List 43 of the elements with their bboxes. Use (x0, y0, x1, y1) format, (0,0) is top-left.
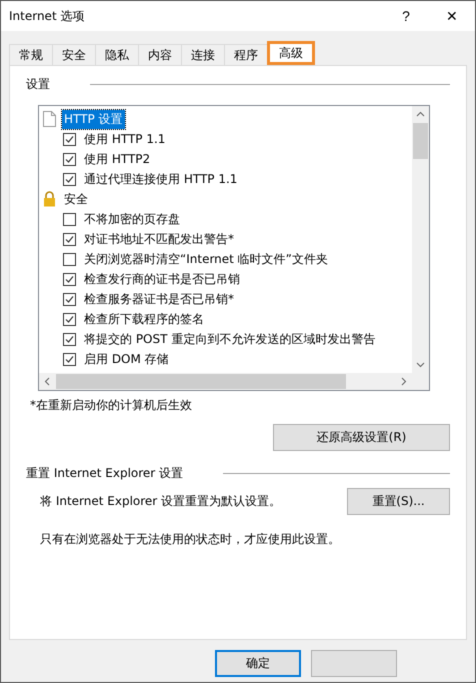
settings-group[interactable]: HTTP 设置 (62, 110, 125, 128)
setting-label: 对证书地址不匹配发出警告* (83, 230, 235, 248)
setting-label: 关闭浏览器时清空“Internet 临时文件”文件夹 (83, 250, 329, 268)
setting-label: 不将加密的页存盘 (83, 210, 181, 228)
setting-label: 使用 HTTP 1.1 (83, 130, 166, 148)
window-title: Internet 选项 (9, 8, 86, 24)
close-button[interactable]: ✕ (429, 1, 475, 31)
checkbox[interactable] (63, 292, 76, 306)
checkbox[interactable] (63, 152, 76, 166)
settings-group[interactable]: 安全 (62, 190, 90, 208)
reset-button[interactable]: 重置(S)... (347, 488, 450, 515)
checkbox[interactable] (63, 212, 76, 226)
setting-label: 检查所下载程序的签名 (83, 310, 205, 328)
group-heading: 设置 (26, 76, 50, 93)
tab[interactable]: 常规 (9, 44, 53, 65)
checkbox[interactable] (63, 352, 76, 366)
setting-label: 启用 DOM 存储 (83, 350, 170, 368)
lock-icon (43, 191, 56, 207)
group-heading: 重置 Internet Explorer 设置 (26, 465, 184, 482)
reset-warning: 只有在浏览器处于无法使用的状态时，才应使用此设置。 (40, 531, 341, 548)
checkbox[interactable] (63, 272, 76, 286)
checkbox[interactable] (63, 312, 76, 326)
restart-note: *在重新启动你的计算机后生效 (30, 397, 193, 414)
setting-label: 检查服务器证书是否已吊销* (83, 290, 235, 308)
page-icon (43, 111, 56, 127)
checkbox[interactable] (63, 232, 76, 246)
checkbox[interactable] (63, 132, 76, 146)
horizontal-scrollbar[interactable] (39, 373, 412, 390)
vertical-scrollbar[interactable] (412, 106, 429, 373)
tab[interactable]: 高级 (267, 41, 315, 65)
setting-label: 将提交的 POST 重定向到不允许发送的区域时发出警告 (83, 330, 376, 348)
restore-button[interactable]: 还原高级设置(R) (273, 424, 450, 451)
reset-description: 将 Internet Explorer 设置重置为默认设置。 (40, 493, 282, 510)
checkbox[interactable] (63, 172, 76, 186)
scroll-thumb[interactable] (56, 374, 346, 389)
checkbox[interactable] (63, 252, 76, 266)
setting-label: 使用 HTTP2 (83, 150, 152, 168)
checkbox[interactable] (63, 332, 76, 346)
setting-label: 通过代理连接使用 HTTP 1.1 (83, 170, 238, 188)
scroll-thumb[interactable] (413, 123, 428, 159)
dialog-button[interactable]: 确定 (215, 650, 301, 677)
help-button[interactable]: ? (383, 1, 429, 31)
setting-label: 检查发行商的证书是否已吊销 (83, 270, 241, 288)
